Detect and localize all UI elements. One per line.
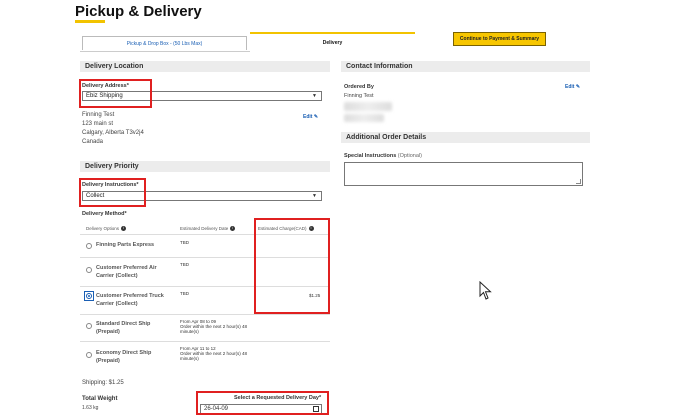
option-radio-finning-parts-express[interactable] [86, 243, 92, 249]
additional-details-header: Additional Order Details [341, 132, 590, 143]
page-title: Pickup & Delivery [75, 3, 202, 20]
edit-label: Edit [303, 114, 313, 120]
chevron-down-icon: ▼ [312, 93, 317, 99]
special-instructions-label: Special Instructions (Optional) [344, 153, 422, 159]
continue-to-payment-button[interactable]: Continue to Payment & Summary [453, 32, 546, 46]
option-label: Customer Preferred Air Carrier (Collect) [96, 265, 157, 279]
option-date: TBD [180, 262, 189, 267]
chevron-down-icon: ▼ [312, 193, 317, 199]
option-label: Standard Direct Ship (Prepaid) [96, 321, 151, 335]
option-radio-standard-direct-ship[interactable] [86, 323, 92, 329]
tab-pickup[interactable]: Pickup & Drop Box - (50 Lbs Max) [82, 36, 247, 50]
address-line: Canada [82, 139, 104, 145]
option-radio-truck-carrier[interactable] [86, 293, 92, 299]
column-label: Estimated Delivery Date [180, 226, 229, 231]
highlight-delivery-instructions [79, 178, 146, 207]
address-line: Calgary, Alberta T3v2j4 [82, 130, 144, 136]
address-line: Finning Test [82, 112, 115, 118]
contact-information-header: Contact Information [341, 61, 590, 72]
delivery-method-label: Delivery Method* [82, 211, 127, 217]
option-date: From Apr 11 to 12 Order within the next … [180, 346, 248, 361]
highlight-delivery-address [79, 79, 152, 108]
delivery-location-header: Delivery Location [80, 61, 330, 72]
special-instructions-textarea[interactable] [344, 162, 583, 186]
option-label: Economy Direct Ship (Prepaid) [96, 350, 152, 364]
highlight-estimated-charge [254, 218, 330, 314]
option-date: From Apr 08 to 09 Order within the next … [180, 319, 248, 334]
edit-contact-link[interactable]: Edit ✎ [565, 84, 580, 90]
label-text: Special Instructions [344, 153, 397, 159]
total-weight-value: 1.63 kg [82, 405, 99, 411]
address-line: 123 main st [82, 121, 114, 127]
option-date: TBD [180, 291, 189, 296]
option-label: Customer Preferred Truck Carrier (Collec… [96, 293, 164, 307]
ordered-by-value: Finning Test [344, 93, 374, 99]
pencil-icon: ✎ [575, 84, 581, 90]
row-divider [80, 314, 330, 315]
redacted-email [344, 102, 392, 111]
resize-handle-icon[interactable] [576, 179, 581, 184]
option-radio-air-carrier[interactable] [86, 267, 92, 273]
ordered-by-label: Ordered By [344, 84, 374, 90]
mouse-cursor-icon [479, 281, 492, 300]
row-divider [80, 341, 330, 342]
pencil-icon: ✎ [313, 114, 319, 120]
edit-label: Edit [565, 84, 575, 90]
column-label: Delivery Options [86, 226, 120, 231]
column-delivery-options: Delivery Options i [86, 226, 127, 232]
option-date: TBD [180, 240, 189, 245]
total-weight-label: Total Weight [82, 396, 118, 402]
redacted-phone [344, 114, 384, 122]
option-radio-economy-direct-ship[interactable] [86, 352, 92, 358]
info-icon[interactable]: i [121, 226, 127, 232]
title-underline [75, 20, 105, 23]
option-label: Finning Parts Express [96, 242, 155, 248]
info-icon[interactable]: i [230, 226, 236, 232]
column-estimated-date: Estimated Delivery Date i [180, 226, 236, 232]
tab-delivery[interactable]: Delivery [250, 32, 415, 52]
highlight-requested-day [196, 391, 329, 415]
edit-address-link[interactable]: Edit ✎ [303, 114, 318, 120]
shipping-total: Shipping: $1.25 [82, 380, 124, 386]
optional-hint: (Optional) [397, 153, 422, 159]
delivery-priority-header: Delivery Priority [80, 161, 330, 172]
